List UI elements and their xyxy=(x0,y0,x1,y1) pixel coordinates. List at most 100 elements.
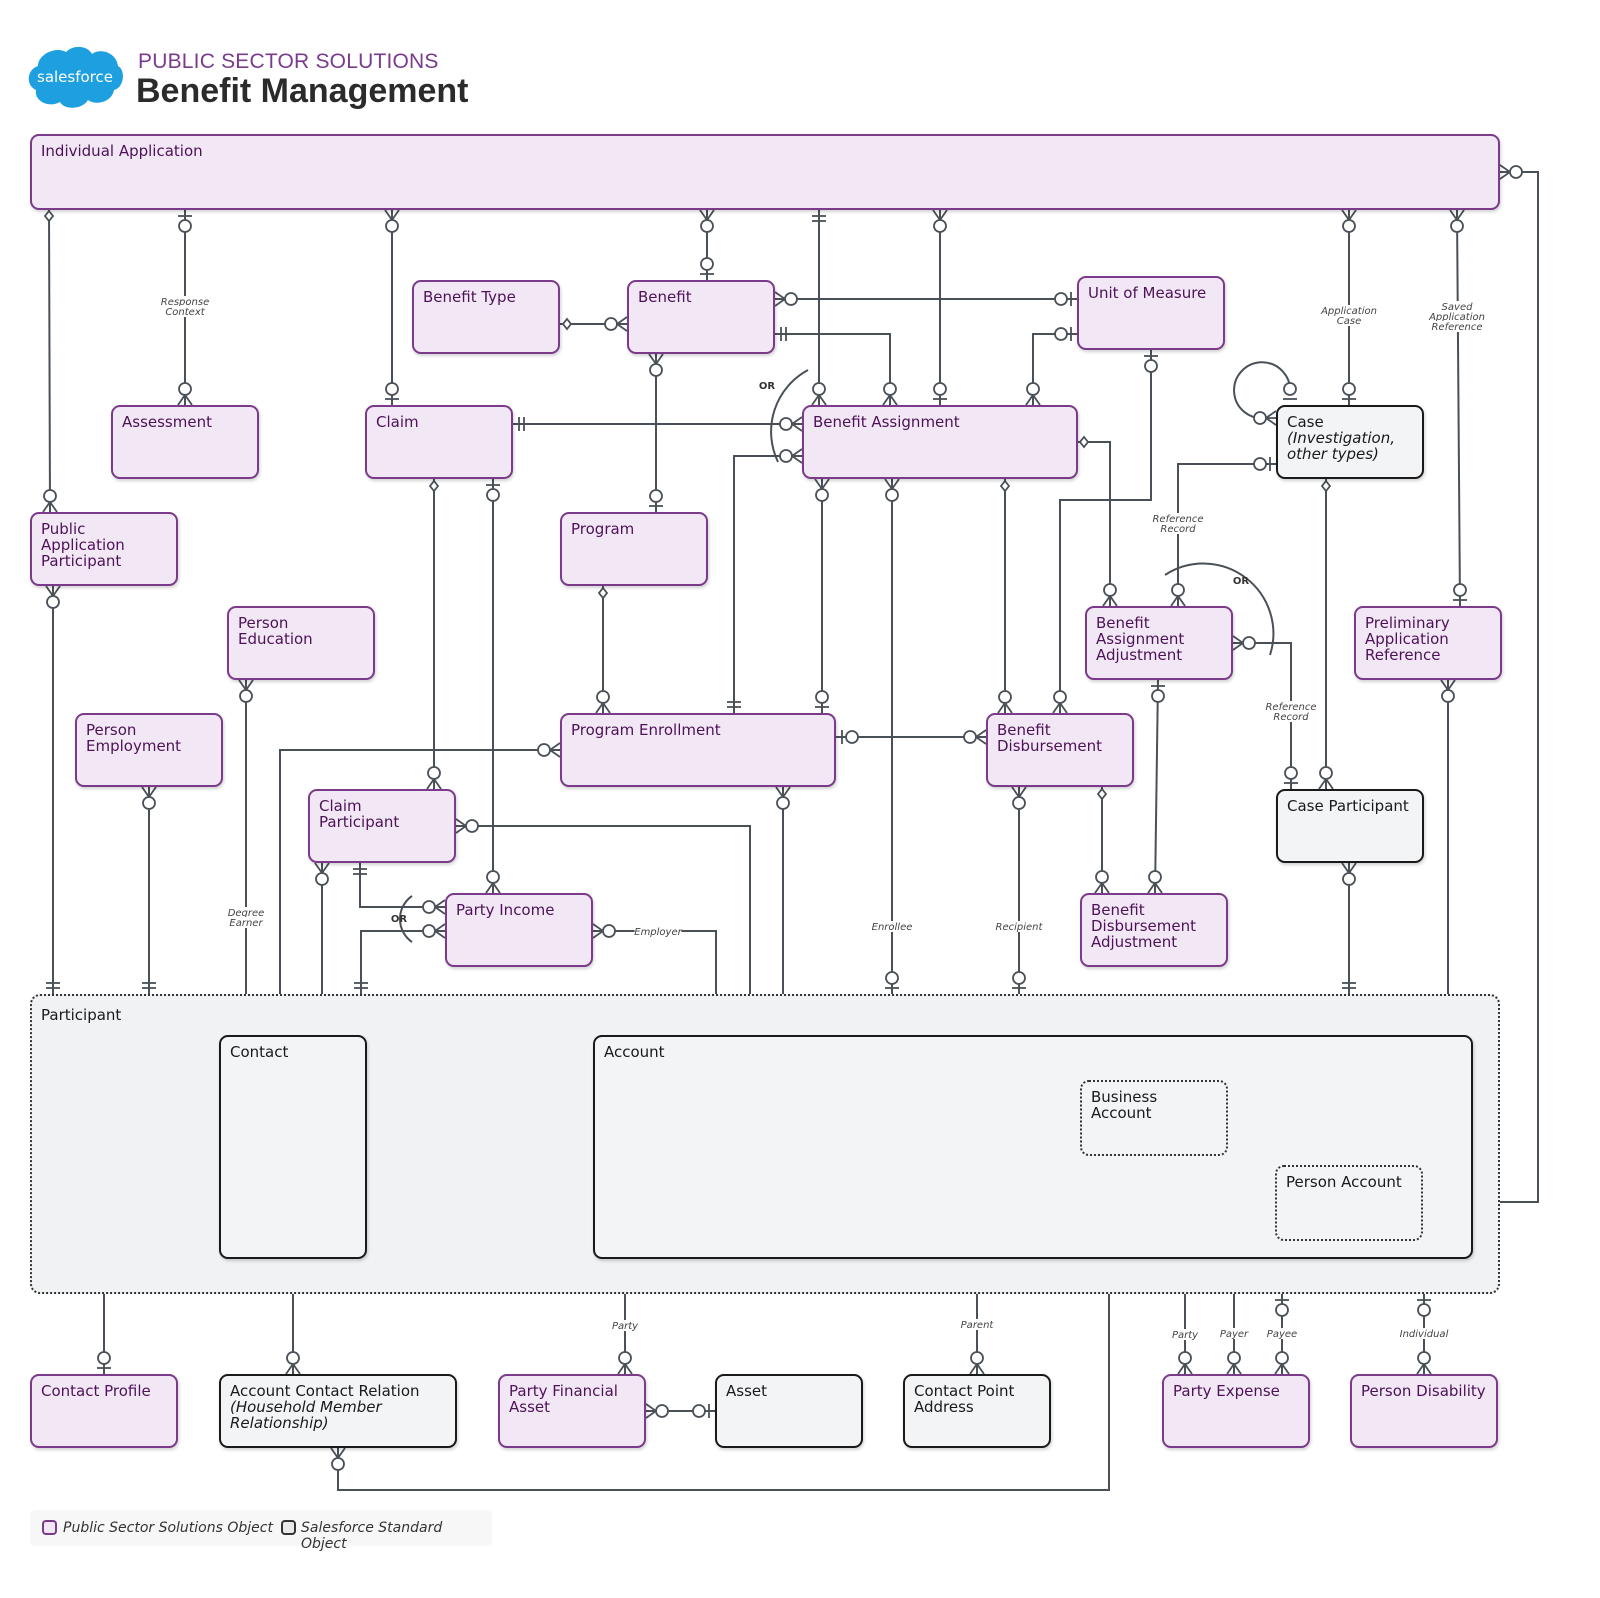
crows-foot-icon xyxy=(1232,635,1245,651)
entity-label: Benefit Assignment xyxy=(813,413,960,431)
entity-claim-participant[interactable]: Claim Participant xyxy=(308,789,456,863)
optional-circle-icon xyxy=(43,489,57,503)
optional-circle-icon xyxy=(845,730,859,744)
crows-foot-icon xyxy=(775,786,791,799)
legend-label-std: Salesforce Standard Object xyxy=(301,1520,443,1552)
entity-label: Account xyxy=(604,1043,665,1061)
entity-benefit-assignment-adjustment[interactable]: Benefit Assignment Adjustment xyxy=(1085,606,1233,680)
optional-circle-icon xyxy=(239,689,253,703)
crows-foot-icon xyxy=(932,209,948,222)
entity-program-enrollment[interactable]: Program Enrollment xyxy=(560,713,836,787)
crows-foot-icon xyxy=(1416,1362,1432,1375)
entity-party-expense[interactable]: Party Expense xyxy=(1162,1374,1310,1448)
optional-circle-icon xyxy=(1284,766,1298,780)
entity-party-income[interactable]: Party Income xyxy=(445,893,593,967)
optional-circle-icon xyxy=(1417,1303,1431,1317)
crows-foot-icon xyxy=(1274,1362,1290,1375)
entity-person-education[interactable]: Person Education xyxy=(227,606,375,680)
entity-case[interactable]: Case (Investigation, other types) xyxy=(1276,405,1424,479)
relationship-line xyxy=(775,333,891,405)
optional-circle-icon xyxy=(700,257,714,271)
entity-label: Party Income xyxy=(456,901,555,919)
optional-circle-icon xyxy=(602,924,616,938)
optional-circle-icon xyxy=(331,1457,345,1471)
entity-person-disability[interactable]: Person Disability xyxy=(1350,1374,1498,1448)
relationship-label: Case xyxy=(1337,316,1361,327)
crows-foot-icon xyxy=(384,209,400,222)
diamond-icon xyxy=(597,586,609,600)
optional-circle-icon xyxy=(812,382,826,396)
diamond-icon xyxy=(43,209,55,223)
entity-label: Individual Application xyxy=(41,142,203,160)
entity-label: Program Enrollment xyxy=(571,721,721,739)
entity-label: Benefit xyxy=(638,288,692,306)
entity-label: Unit of Measure xyxy=(1088,284,1207,302)
entity-person-employment[interactable]: Person Employment xyxy=(75,713,223,787)
optional-circle-icon xyxy=(885,971,899,985)
entity-preliminary-application-reference[interactable]: Preliminary Application Reference xyxy=(1354,606,1502,680)
entity-benefit-type[interactable]: Benefit Type xyxy=(412,280,560,354)
crows-foot-icon xyxy=(548,742,561,758)
crows-foot-icon xyxy=(648,353,664,366)
entity-label: Preliminary Application Reference xyxy=(1365,614,1450,664)
entity-assessment[interactable]: Assessment xyxy=(111,405,259,479)
entity-label: Asset xyxy=(726,1382,768,1400)
crows-foot-icon xyxy=(1094,881,1110,894)
optional-circle-icon xyxy=(1319,766,1333,780)
entity-party-financial-asset[interactable]: Party Financial Asset xyxy=(498,1374,646,1448)
entity-public-application-participant[interactable]: Public Application Participant xyxy=(30,512,178,586)
diamond-icon xyxy=(1078,435,1090,449)
entity-benefit-disbursement[interactable]: Benefit Disbursement xyxy=(986,713,1134,787)
relationship-line xyxy=(359,863,445,908)
crows-foot-icon xyxy=(314,862,330,875)
optional-circle-icon xyxy=(885,488,899,502)
entity-unit-of-measure[interactable]: Unit of Measure xyxy=(1077,276,1225,350)
optional-circle-icon xyxy=(779,417,793,431)
entity-account-contact-relation[interactable]: Account Contact Relation (Household Membe… xyxy=(219,1374,457,1448)
optional-circle-icon xyxy=(1253,411,1267,425)
optional-circle-icon xyxy=(604,317,618,331)
entity-label: Person Employment xyxy=(86,721,182,755)
crows-foot-icon xyxy=(811,393,827,406)
entity-person-account[interactable]: Person Account xyxy=(1275,1165,1423,1241)
optional-circle-icon xyxy=(1095,870,1109,884)
optional-circle-icon xyxy=(315,872,329,886)
entity-program[interactable]: Program xyxy=(560,512,708,586)
entity-claim[interactable]: Claim xyxy=(365,405,513,479)
entity-contact[interactable]: Contact xyxy=(219,1035,367,1259)
entity-asset[interactable]: Asset xyxy=(715,1374,863,1448)
optional-circle-icon xyxy=(963,730,977,744)
optional-circle-icon xyxy=(385,219,399,233)
relationship-label: Payer xyxy=(1220,1329,1249,1340)
entity-label: Party Financial Asset xyxy=(509,1382,618,1416)
entity-case-participant[interactable]: Case Participant xyxy=(1276,789,1424,863)
optional-circle-icon xyxy=(1453,583,1467,597)
entity-business-account[interactable]: Business Account xyxy=(1080,1080,1228,1156)
optional-circle-icon xyxy=(537,743,551,757)
optional-circle-icon xyxy=(1342,872,1356,886)
entity-contact-profile[interactable]: Contact Profile xyxy=(30,1374,178,1448)
entity-contact-point-address[interactable]: Contact Point Address xyxy=(903,1374,1051,1448)
crows-foot-icon xyxy=(1025,393,1041,406)
entity-label: Contact xyxy=(230,1043,289,1061)
optional-circle-icon xyxy=(1417,1351,1431,1365)
optional-circle-icon xyxy=(815,488,829,502)
entity-individual-application[interactable]: Individual Application xyxy=(30,134,1500,210)
optional-circle-icon xyxy=(1227,1351,1241,1365)
entity-benefit-disbursement-adjustment[interactable]: Benefit Disbursement Adjustment xyxy=(1080,893,1228,967)
entity-note: (Household Member Relationship) xyxy=(230,1398,382,1432)
optional-circle-icon xyxy=(486,870,500,884)
entity-label: Party Expense xyxy=(1173,1382,1280,1400)
crows-foot-icon xyxy=(882,393,898,406)
relationship-line xyxy=(1154,679,1159,894)
crows-foot-icon xyxy=(285,1362,301,1375)
entity-label: Contact Profile xyxy=(41,1382,151,1400)
entity-label: Benefit Assignment Adjustment xyxy=(1096,614,1185,664)
optional-circle-icon xyxy=(776,796,790,810)
or-label: OR xyxy=(391,914,408,925)
relationship-label: Earner xyxy=(229,918,263,929)
entity-benefit-assignment[interactable]: Benefit Assignment xyxy=(802,405,1078,479)
legend-swatch-pss xyxy=(42,1520,57,1535)
entity-benefit[interactable]: Benefit xyxy=(627,280,775,354)
optional-circle-icon xyxy=(142,796,156,810)
